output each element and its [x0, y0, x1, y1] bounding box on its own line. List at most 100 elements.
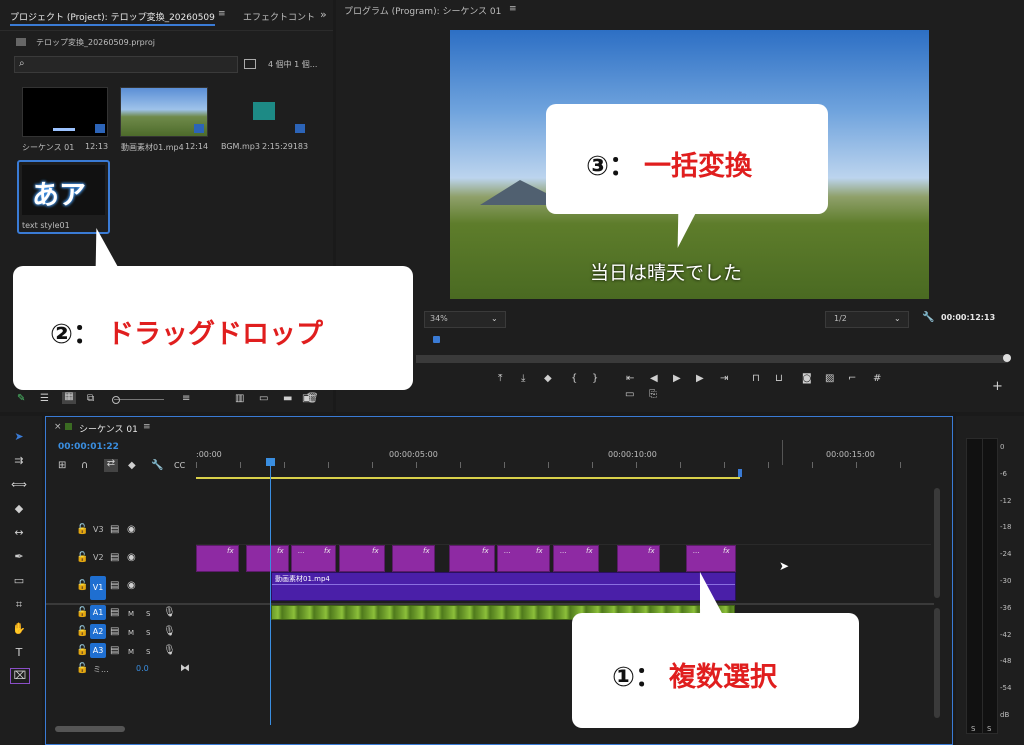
current-timecode[interactable]: 00:00:01:22	[58, 442, 119, 452]
v2-clip[interactable]: fx	[339, 545, 385, 572]
program-menu-icon[interactable]: ≡	[509, 4, 517, 14]
sort-icon[interactable]: ≡	[182, 394, 190, 404]
overlay-icon[interactable]: ⌐	[848, 374, 856, 384]
mark-in-bracket-icon[interactable]: {	[571, 374, 577, 384]
new-bin-icon[interactable]	[244, 59, 256, 69]
pencil-icon[interactable]: ✎	[17, 394, 25, 404]
selection-tool-icon[interactable]: ➤	[10, 430, 28, 444]
trash-icon[interactable]: 🗑	[306, 394, 319, 404]
eye-icon[interactable]: ◉	[127, 553, 136, 563]
mix-end-icon[interactable]: ⧓	[180, 664, 190, 674]
v2-clip[interactable]: ... fx	[497, 545, 550, 572]
mute-button[interactable]: M	[128, 628, 134, 638]
playhead-handle[interactable]	[266, 458, 275, 466]
track-select-icon[interactable]: ⇉	[10, 454, 28, 468]
track-target-a3[interactable]: A3	[90, 643, 106, 658]
track-target-a2[interactable]: A2	[90, 624, 106, 639]
work-area-bar[interactable]	[196, 477, 740, 479]
v2-clip[interactable]: ... fx	[291, 545, 336, 572]
mic-icon[interactable]: 🎙	[163, 646, 176, 656]
comparison-icon[interactable]: ▨	[825, 374, 834, 384]
slip-icon[interactable]: ↔	[10, 526, 28, 540]
razor-icon[interactable]: ◆	[10, 502, 28, 516]
solo-right-button[interactable]: S	[987, 725, 991, 733]
lock-icon[interactable]: 🔓	[76, 608, 88, 618]
tab-effects[interactable]: エフェクトコント	[243, 10, 315, 23]
v2-clip[interactable]: ... fx	[553, 545, 599, 572]
ripple-edit-icon[interactable]: ⟺	[10, 478, 28, 492]
close-icon[interactable]: ×	[54, 422, 62, 432]
lift-icon[interactable]: ⊓	[752, 374, 760, 384]
type-tool-icon[interactable]: T	[10, 646, 28, 660]
mark-in-icon[interactable]: ⤒	[498, 374, 502, 384]
freeform-view-icon[interactable]: ⧉	[87, 394, 94, 404]
solo-button[interactable]: S	[146, 647, 150, 657]
zoom-slider-handle[interactable]	[112, 396, 120, 404]
v1-video-clip[interactable]: 動画素材01.mp4	[271, 572, 736, 601]
lock-icon[interactable]: 🔓	[76, 646, 88, 656]
mute-button[interactable]: M	[128, 647, 134, 657]
scrub-bar[interactable]	[416, 355, 1008, 363]
track-target-v1[interactable]: V1	[90, 576, 106, 600]
mic-icon[interactable]: 🎙	[163, 608, 176, 618]
sync-icon[interactable]: ▤	[110, 553, 119, 563]
captions-icon[interactable]: CC	[174, 461, 185, 471]
lock-icon[interactable]: 🔓	[76, 553, 88, 563]
tab-project[interactable]: プロジェクト (Project): テロップ変換_20260509	[10, 10, 215, 23]
horizontal-scrollbar[interactable]	[55, 726, 125, 732]
resolution-select[interactable]: 1/2 ⌄	[825, 311, 909, 328]
snap-icon[interactable]: ∩	[81, 461, 88, 471]
playhead-marker[interactable]	[433, 336, 440, 343]
mic-icon[interactable]: 🎙	[163, 627, 176, 637]
caption-tool-icon[interactable]: ⌧	[10, 668, 30, 684]
v2-clip[interactable]: fx	[392, 545, 435, 572]
find-icon[interactable]: ▭	[259, 394, 268, 404]
text-style-item[interactable]: あア text style01	[17, 160, 110, 234]
eye-icon[interactable]: ◉	[127, 525, 136, 535]
step-back-icon[interactable]: ◀	[650, 374, 658, 384]
camera-icon[interactable]: ◙	[802, 374, 812, 384]
sequence-thumbnail[interactable]	[22, 87, 108, 137]
mute-button[interactable]: M	[128, 609, 134, 619]
audio-scrollbar[interactable]	[934, 608, 940, 718]
tab-menu-icon[interactable]: ≡	[218, 9, 226, 19]
list-view-icon[interactable]: ☰	[40, 394, 49, 404]
search-input[interactable]: ⌕	[14, 56, 238, 73]
new-bin-bottom-icon[interactable]: ▬	[283, 394, 292, 404]
linked-selection-icon[interactable]: ⇄	[104, 459, 118, 472]
lock-icon[interactable]: 🔓	[76, 627, 88, 637]
icon-view-icon[interactable]: ▦	[62, 392, 76, 404]
v2-clip[interactable]: fx	[196, 545, 239, 572]
v2-clip[interactable]: fx	[449, 545, 495, 572]
zoom-select[interactable]: 34% ⌄	[424, 311, 506, 328]
work-area-end-marker[interactable]	[738, 469, 742, 477]
sync-icon[interactable]: ▤	[110, 646, 119, 656]
go-to-in-icon[interactable]: ⇤	[626, 374, 634, 384]
video-thumbnail[interactable]	[120, 87, 208, 137]
lock-icon[interactable]: 🔓	[76, 581, 88, 591]
timeline-tab-title[interactable]: シーケンス 01	[79, 422, 138, 435]
solo-button[interactable]: S	[146, 628, 150, 638]
v2-clip[interactable]: ... fx	[686, 545, 736, 572]
panel-overflow-icon[interactable]: »	[320, 8, 327, 21]
mark-out-bracket-icon[interactable]: }	[592, 374, 598, 384]
video-scrollbar[interactable]	[934, 488, 940, 598]
lock-icon[interactable]: 🔓	[76, 664, 88, 674]
zoom-slider[interactable]	[112, 396, 164, 404]
automate-icon[interactable]: ▥	[235, 394, 244, 404]
scrub-bar-end-handle[interactable]	[1003, 354, 1011, 362]
add-button-icon[interactable]: +	[992, 380, 1003, 393]
settings-wrench-icon[interactable]: 🔧	[151, 461, 163, 471]
audio-thumbnail[interactable]	[220, 87, 308, 137]
wrench-icon[interactable]: 🔧	[922, 313, 934, 323]
sync-icon[interactable]: ▤	[110, 525, 119, 535]
rectangle-icon[interactable]: ▭	[10, 574, 28, 588]
timeline-menu-icon[interactable]: ≡	[143, 422, 151, 432]
sync-icon[interactable]: ▤	[110, 627, 119, 637]
sync-icon[interactable]: ▤	[110, 608, 119, 618]
go-to-out-icon[interactable]: ⇥	[720, 374, 728, 384]
program-title[interactable]: プログラム (Program): シーケンス 01	[344, 4, 501, 17]
add-marker-icon[interactable]: ◆	[544, 374, 552, 384]
mark-out-icon[interactable]: ⤓	[521, 374, 525, 384]
extract-icon[interactable]: ⊔	[775, 374, 783, 384]
